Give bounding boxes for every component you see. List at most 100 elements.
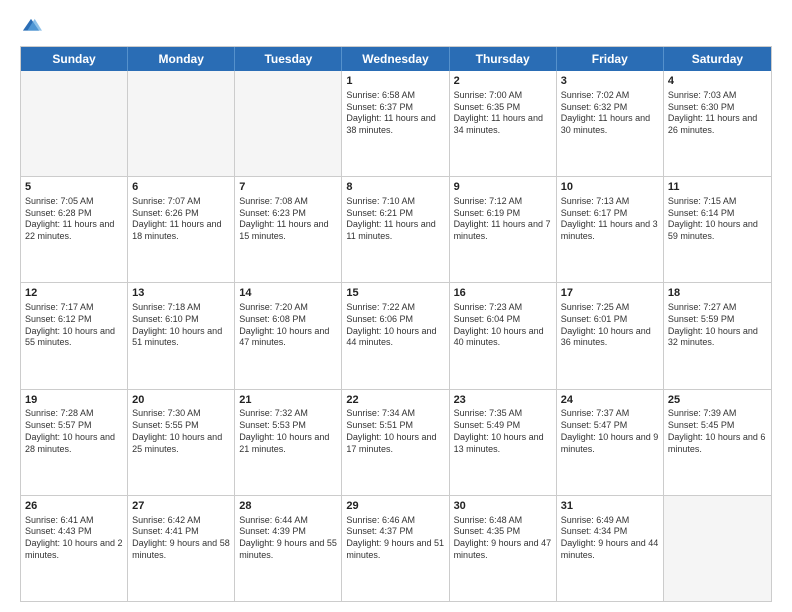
day-number: 5 (25, 180, 123, 195)
day-number: 22 (346, 393, 444, 408)
day-number: 26 (25, 499, 123, 514)
calendar-cell (664, 496, 771, 601)
cell-info: Sunrise: 7:34 AM Sunset: 5:51 PM Dayligh… (346, 408, 444, 455)
cell-info: Sunrise: 6:44 AM Sunset: 4:39 PM Dayligh… (239, 515, 337, 562)
calendar-cell: 18Sunrise: 7:27 AM Sunset: 5:59 PM Dayli… (664, 283, 771, 388)
calendar-cell: 13Sunrise: 7:18 AM Sunset: 6:10 PM Dayli… (128, 283, 235, 388)
day-number: 4 (668, 74, 767, 89)
day-number: 12 (25, 286, 123, 301)
day-header-sunday: Sunday (21, 47, 128, 71)
day-number: 9 (454, 180, 552, 195)
cell-info: Sunrise: 7:22 AM Sunset: 6:06 PM Dayligh… (346, 302, 444, 349)
cell-info: Sunrise: 6:46 AM Sunset: 4:37 PM Dayligh… (346, 515, 444, 562)
cell-info: Sunrise: 7:32 AM Sunset: 5:53 PM Dayligh… (239, 408, 337, 455)
day-number: 16 (454, 286, 552, 301)
calendar-cell (235, 71, 342, 176)
calendar-row-3: 19Sunrise: 7:28 AM Sunset: 5:57 PM Dayli… (21, 389, 771, 495)
day-number: 25 (668, 393, 767, 408)
cell-info: Sunrise: 6:48 AM Sunset: 4:35 PM Dayligh… (454, 515, 552, 562)
calendar-cell: 8Sunrise: 7:10 AM Sunset: 6:21 PM Daylig… (342, 177, 449, 282)
day-number: 19 (25, 393, 123, 408)
calendar-header: SundayMondayTuesdayWednesdayThursdayFrid… (21, 47, 771, 71)
calendar-row-1: 5Sunrise: 7:05 AM Sunset: 6:28 PM Daylig… (21, 176, 771, 282)
cell-info: Sunrise: 7:15 AM Sunset: 6:14 PM Dayligh… (668, 196, 767, 243)
cell-info: Sunrise: 7:37 AM Sunset: 5:47 PM Dayligh… (561, 408, 659, 455)
calendar-cell: 1Sunrise: 6:58 AM Sunset: 6:37 PM Daylig… (342, 71, 449, 176)
cell-info: Sunrise: 7:13 AM Sunset: 6:17 PM Dayligh… (561, 196, 659, 243)
cell-info: Sunrise: 6:49 AM Sunset: 4:34 PM Dayligh… (561, 515, 659, 562)
calendar-cell: 24Sunrise: 7:37 AM Sunset: 5:47 PM Dayli… (557, 390, 664, 495)
cell-info: Sunrise: 7:20 AM Sunset: 6:08 PM Dayligh… (239, 302, 337, 349)
cell-info: Sunrise: 7:17 AM Sunset: 6:12 PM Dayligh… (25, 302, 123, 349)
day-number: 11 (668, 180, 767, 195)
day-number: 3 (561, 74, 659, 89)
cell-info: Sunrise: 6:42 AM Sunset: 4:41 PM Dayligh… (132, 515, 230, 562)
calendar-cell: 26Sunrise: 6:41 AM Sunset: 4:43 PM Dayli… (21, 496, 128, 601)
cell-info: Sunrise: 6:58 AM Sunset: 6:37 PM Dayligh… (346, 90, 444, 137)
cell-info: Sunrise: 6:41 AM Sunset: 4:43 PM Dayligh… (25, 515, 123, 562)
day-header-saturday: Saturday (664, 47, 771, 71)
calendar-cell: 12Sunrise: 7:17 AM Sunset: 6:12 PM Dayli… (21, 283, 128, 388)
cell-info: Sunrise: 7:25 AM Sunset: 6:01 PM Dayligh… (561, 302, 659, 349)
calendar-cell: 28Sunrise: 6:44 AM Sunset: 4:39 PM Dayli… (235, 496, 342, 601)
calendar-row-2: 12Sunrise: 7:17 AM Sunset: 6:12 PM Dayli… (21, 282, 771, 388)
calendar-cell (21, 71, 128, 176)
day-number: 2 (454, 74, 552, 89)
calendar-cell: 29Sunrise: 6:46 AM Sunset: 4:37 PM Dayli… (342, 496, 449, 601)
day-number: 13 (132, 286, 230, 301)
logo-icon (20, 16, 42, 38)
calendar-cell: 30Sunrise: 6:48 AM Sunset: 4:35 PM Dayli… (450, 496, 557, 601)
calendar-row-0: 1Sunrise: 6:58 AM Sunset: 6:37 PM Daylig… (21, 71, 771, 176)
day-number: 1 (346, 74, 444, 89)
cell-info: Sunrise: 7:30 AM Sunset: 5:55 PM Dayligh… (132, 408, 230, 455)
calendar-cell: 3Sunrise: 7:02 AM Sunset: 6:32 PM Daylig… (557, 71, 664, 176)
day-number: 14 (239, 286, 337, 301)
day-number: 27 (132, 499, 230, 514)
day-number: 30 (454, 499, 552, 514)
calendar-cell: 23Sunrise: 7:35 AM Sunset: 5:49 PM Dayli… (450, 390, 557, 495)
day-number: 21 (239, 393, 337, 408)
day-header-friday: Friday (557, 47, 664, 71)
calendar-body: 1Sunrise: 6:58 AM Sunset: 6:37 PM Daylig… (21, 71, 771, 601)
cell-info: Sunrise: 7:10 AM Sunset: 6:21 PM Dayligh… (346, 196, 444, 243)
calendar-cell: 17Sunrise: 7:25 AM Sunset: 6:01 PM Dayli… (557, 283, 664, 388)
cell-info: Sunrise: 7:07 AM Sunset: 6:26 PM Dayligh… (132, 196, 230, 243)
cell-info: Sunrise: 7:12 AM Sunset: 6:19 PM Dayligh… (454, 196, 552, 243)
day-number: 7 (239, 180, 337, 195)
calendar-cell: 10Sunrise: 7:13 AM Sunset: 6:17 PM Dayli… (557, 177, 664, 282)
day-number: 29 (346, 499, 444, 514)
cell-info: Sunrise: 7:18 AM Sunset: 6:10 PM Dayligh… (132, 302, 230, 349)
calendar-cell: 6Sunrise: 7:07 AM Sunset: 6:26 PM Daylig… (128, 177, 235, 282)
header (20, 16, 772, 38)
cell-info: Sunrise: 7:08 AM Sunset: 6:23 PM Dayligh… (239, 196, 337, 243)
day-number: 17 (561, 286, 659, 301)
cell-info: Sunrise: 7:27 AM Sunset: 5:59 PM Dayligh… (668, 302, 767, 349)
calendar-cell: 14Sunrise: 7:20 AM Sunset: 6:08 PM Dayli… (235, 283, 342, 388)
calendar-cell: 16Sunrise: 7:23 AM Sunset: 6:04 PM Dayli… (450, 283, 557, 388)
day-number: 20 (132, 393, 230, 408)
calendar-row-4: 26Sunrise: 6:41 AM Sunset: 4:43 PM Dayli… (21, 495, 771, 601)
day-number: 28 (239, 499, 337, 514)
day-number: 6 (132, 180, 230, 195)
calendar-cell: 19Sunrise: 7:28 AM Sunset: 5:57 PM Dayli… (21, 390, 128, 495)
day-number: 15 (346, 286, 444, 301)
day-header-thursday: Thursday (450, 47, 557, 71)
calendar-cell: 2Sunrise: 7:00 AM Sunset: 6:35 PM Daylig… (450, 71, 557, 176)
calendar-cell: 7Sunrise: 7:08 AM Sunset: 6:23 PM Daylig… (235, 177, 342, 282)
calendar-cell: 4Sunrise: 7:03 AM Sunset: 6:30 PM Daylig… (664, 71, 771, 176)
calendar-cell: 25Sunrise: 7:39 AM Sunset: 5:45 PM Dayli… (664, 390, 771, 495)
calendar-cell: 27Sunrise: 6:42 AM Sunset: 4:41 PM Dayli… (128, 496, 235, 601)
cell-info: Sunrise: 7:23 AM Sunset: 6:04 PM Dayligh… (454, 302, 552, 349)
calendar-cell: 22Sunrise: 7:34 AM Sunset: 5:51 PM Dayli… (342, 390, 449, 495)
cell-info: Sunrise: 7:00 AM Sunset: 6:35 PM Dayligh… (454, 90, 552, 137)
logo (20, 16, 46, 38)
day-header-tuesday: Tuesday (235, 47, 342, 71)
day-number: 18 (668, 286, 767, 301)
calendar-cell: 31Sunrise: 6:49 AM Sunset: 4:34 PM Dayli… (557, 496, 664, 601)
cell-info: Sunrise: 7:05 AM Sunset: 6:28 PM Dayligh… (25, 196, 123, 243)
cell-info: Sunrise: 7:35 AM Sunset: 5:49 PM Dayligh… (454, 408, 552, 455)
calendar-cell: 21Sunrise: 7:32 AM Sunset: 5:53 PM Dayli… (235, 390, 342, 495)
calendar-cell (128, 71, 235, 176)
calendar-cell: 15Sunrise: 7:22 AM Sunset: 6:06 PM Dayli… (342, 283, 449, 388)
day-number: 24 (561, 393, 659, 408)
